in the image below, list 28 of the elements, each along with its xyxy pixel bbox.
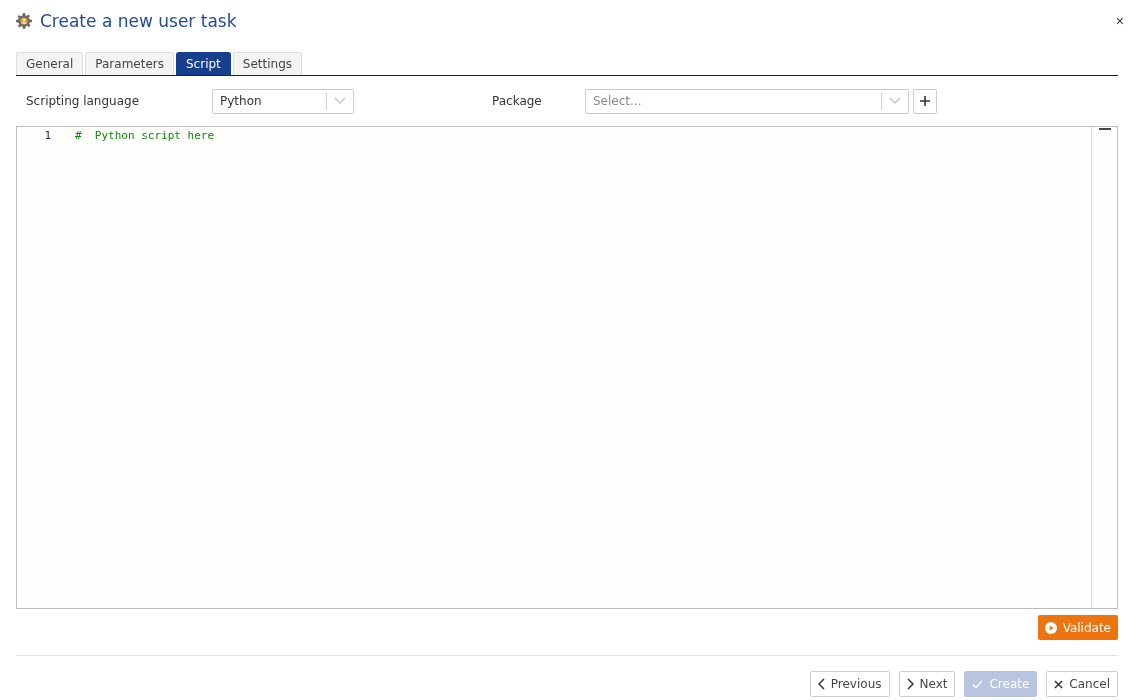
add-button[interactable] bbox=[913, 88, 937, 114]
tab[interactable]: General bbox=[16, 52, 84, 75]
chevron-left-icon bbox=[817, 678, 825, 690]
line-number: 1 bbox=[43, 129, 52, 142]
dialog-title: Create a new user task bbox=[40, 11, 238, 31]
chevron-down-icon bbox=[334, 97, 346, 105]
tab[interactable]: Script bbox=[176, 52, 231, 75]
close-button[interactable]: × bbox=[1115, 13, 1124, 29]
checkmark-icon bbox=[972, 679, 984, 689]
dropdown-field[interactable]: Python bbox=[212, 88, 354, 114]
code-editor[interactable]: 1 # Python script here bbox=[16, 126, 1118, 609]
chevron-down-icon bbox=[889, 97, 901, 105]
chevron-right-icon bbox=[906, 678, 914, 690]
footer-button[interactable]: Next bbox=[898, 671, 956, 697]
footer-button[interactable]: Cancel bbox=[1046, 671, 1118, 697]
plus-icon bbox=[920, 96, 930, 106]
gear-icon bbox=[16, 13, 32, 29]
dropdown-placeholder: Select... bbox=[593, 94, 643, 108]
dropdown-field[interactable]: Select... bbox=[585, 88, 909, 114]
footer-button[interactable]: Previous bbox=[809, 671, 890, 697]
field-label: Package bbox=[492, 94, 543, 108]
code-comment: # Python script here bbox=[75, 129, 215, 142]
close-icon bbox=[1054, 679, 1064, 689]
tab[interactable]: Parameters bbox=[85, 52, 174, 75]
tab[interactable]: Settings bbox=[232, 52, 302, 75]
dropdown-value: Python bbox=[220, 94, 263, 108]
play-icon bbox=[1044, 621, 1057, 634]
field-label: Scripting language bbox=[26, 94, 141, 108]
